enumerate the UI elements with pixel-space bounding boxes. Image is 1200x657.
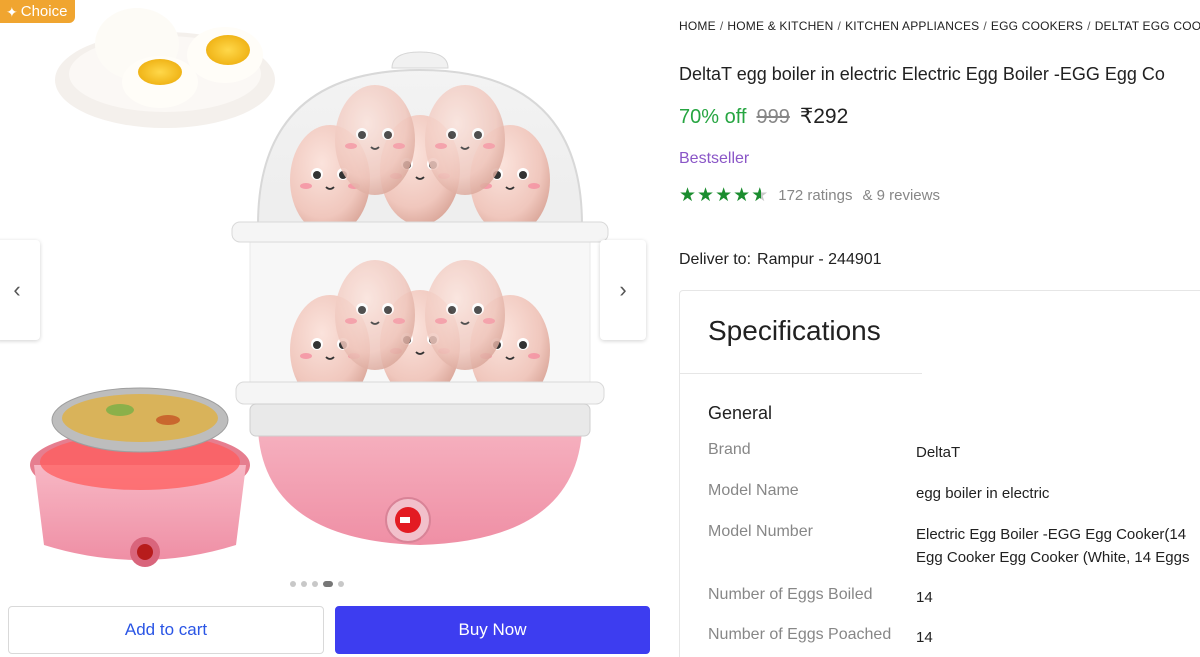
spec-key: Number of Eggs Poached [708, 626, 892, 643]
next-image-button[interactable]: › [600, 240, 646, 340]
spec-row-model-number: Model Number Electric Egg Boiler -EGG Eg… [708, 523, 1200, 569]
specifications-card: Specifications General Brand DeltaT Mode… [679, 290, 1200, 657]
ratings-count[interactable]: 172 ratings [778, 187, 852, 204]
choice-badge: ✦ Choice [0, 0, 76, 23]
breadcrumb-separator: / [837, 19, 842, 33]
sparkle-icon: ✦ [6, 3, 18, 20]
breadcrumb-separator: / [719, 19, 724, 33]
spec-value: Egg Cooker Egg Cooker (White, 14 Eggs [916, 549, 1190, 566]
specifications-divider [680, 373, 922, 374]
product-title: DeltaT egg boiler in electric Electric E… [679, 64, 1165, 84]
delivery-pincode[interactable]: Rampur - 244901 [757, 251, 882, 268]
previous-image-button[interactable]: ‹ [0, 240, 40, 340]
spec-value-multiline: Electric Egg Boiler -EGG Egg Cooker(14 E… [916, 523, 1189, 569]
breadcrumb-item[interactable]: KITCHEN APPLIANCES [845, 19, 979, 33]
pagination-dot[interactable] [323, 581, 333, 587]
spec-key: Model Name [708, 482, 799, 499]
purchase-actions: Add to cart Buy Now [8, 606, 650, 654]
product-image[interactable] [0, 0, 660, 600]
image-pagination-dots [290, 581, 344, 587]
breadcrumb-item[interactable]: DELTAT EGG COOKERS [1095, 19, 1200, 33]
buy-now-button[interactable]: Buy Now [335, 606, 650, 654]
discount-percent: 70% off [679, 106, 747, 128]
star-rating: ★ ★ ★ ★ ★ [679, 186, 768, 205]
original-price: 999 [756, 106, 790, 128]
spec-key: Brand [708, 441, 751, 458]
spec-row-eggs-poached: Number of Eggs Poached 14 [708, 626, 1200, 649]
spec-row-eggs-boiled: Number of Eggs Boiled 14 [708, 586, 1200, 609]
star-icon: ★ [751, 186, 768, 205]
star-icon: ★ [697, 185, 715, 206]
selling-price: ₹292 [799, 105, 849, 128]
spec-row-model-name: Model Name egg boiler in electric [708, 482, 1200, 505]
product-image-gallery: ✦ Choice ‹ › Add to cart Buy Now [0, 0, 660, 657]
star-icon: ★ [715, 185, 733, 206]
pagination-dot[interactable] [290, 581, 296, 587]
spec-row-brand: Brand DeltaT [708, 441, 1200, 464]
spec-value: 14 [916, 629, 933, 646]
bestseller-tag: Bestseller [679, 150, 750, 167]
star-icon: ★ [679, 185, 697, 206]
pagination-dot[interactable] [301, 581, 307, 587]
chevron-right-icon: › [619, 277, 627, 302]
pagination-dot[interactable] [338, 581, 344, 587]
pagination-dot[interactable] [312, 581, 318, 587]
specifications-heading: Specifications [708, 315, 881, 346]
rating-row[interactable]: ★★★★★ 172 ratings & 9 reviews [679, 186, 940, 205]
chevron-left-icon: ‹ [13, 277, 21, 302]
choice-badge-label: Choice [20, 3, 68, 20]
breadcrumb: HOME / HOME & KITCHEN / KITCHEN APPLIANCES / E… [679, 19, 1200, 33]
spec-key: Number of Eggs Boiled [708, 586, 873, 603]
breadcrumb-item[interactable]: HOME [679, 19, 716, 33]
star-icon: ★ [733, 185, 751, 206]
price-row: 70% off 999 ₹292 [679, 104, 848, 129]
reviews-count[interactable]: & 9 reviews [862, 187, 940, 204]
spec-value: DeltaT [916, 444, 961, 461]
product-details: HOME / HOME & KITCHEN / KITCHEN APPLIANCES / E… [679, 0, 1200, 657]
add-to-cart-button[interactable]: Add to cart [8, 606, 324, 654]
spec-value: Electric Egg Boiler -EGG Egg Cooker(14 [916, 526, 1187, 543]
breadcrumb-separator: / [983, 19, 987, 33]
breadcrumb-separator: / [1087, 19, 1091, 33]
breadcrumb-item[interactable]: EGG COOKERS [991, 19, 1083, 33]
deliver-to-label: Deliver to: [679, 251, 752, 268]
spec-key: Model Number [708, 523, 813, 540]
breadcrumb-item[interactable]: HOME & KITCHEN [727, 19, 833, 33]
spec-value: egg boiler in electric [916, 485, 1050, 502]
spec-section-general: General [708, 403, 773, 423]
delivery-location[interactable]: Deliver to: Rampur - 244901 [679, 251, 882, 269]
spec-value: 14 [916, 589, 933, 606]
